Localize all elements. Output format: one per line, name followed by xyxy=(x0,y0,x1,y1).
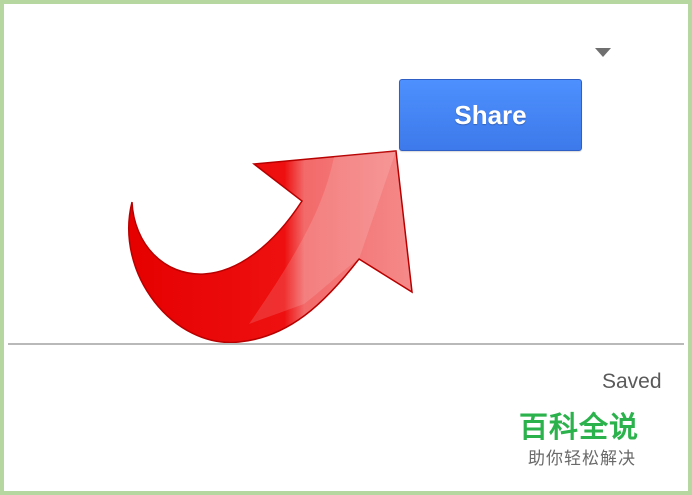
watermark-subtitle: 助你轻松解决 xyxy=(528,449,636,469)
saved-status: Saved xyxy=(602,370,662,393)
watermark-title: 百科全说 xyxy=(519,410,640,444)
screenshot-frame: Share Saved 百科全说 助你轻松解决 xyxy=(0,0,692,495)
divider xyxy=(8,343,684,345)
